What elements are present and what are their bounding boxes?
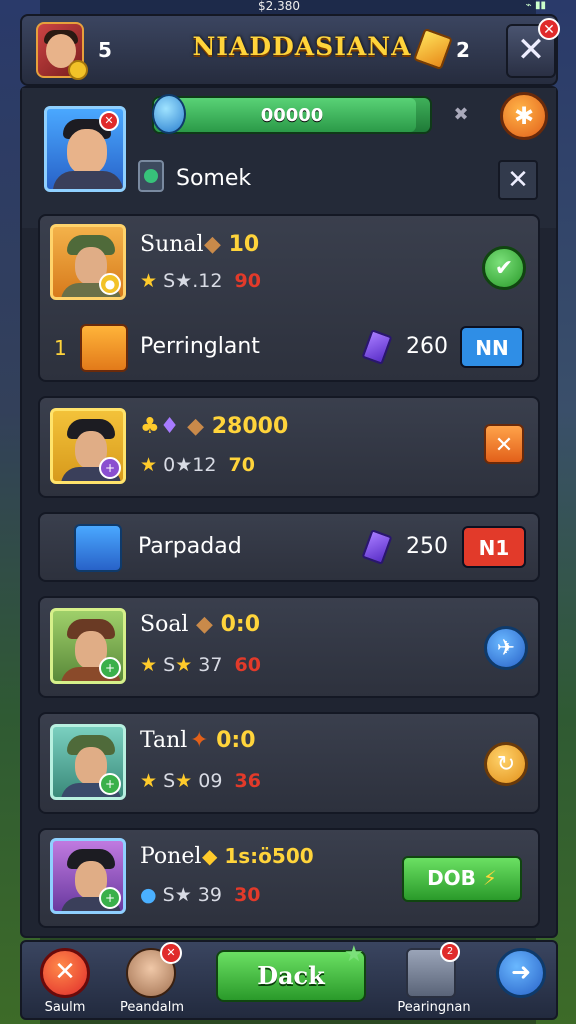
wood-icon: ◆ bbox=[187, 414, 205, 439]
character-name: Sunal bbox=[140, 232, 204, 257]
boost-button[interactable]: ✱ bbox=[500, 92, 548, 140]
character-stats: ● S★ 39 30 bbox=[140, 884, 261, 906]
resource-value: ◆ 1s:ö500 bbox=[202, 844, 314, 868]
character-stats: ★ S★ 37 60 bbox=[140, 654, 261, 676]
pin-icon: ✈ bbox=[496, 636, 516, 661]
coin-badge-icon bbox=[68, 60, 88, 80]
character-portrait: + bbox=[50, 608, 126, 684]
small-close-icon[interactable]: ✖ bbox=[450, 104, 472, 126]
check-icon: ✔ bbox=[494, 256, 514, 281]
player-avatar[interactable] bbox=[36, 22, 88, 80]
row-label: Parpadad bbox=[138, 534, 242, 559]
buy-button[interactable]: NN bbox=[460, 326, 524, 368]
bottom-bar: ✕ Saulm ✕ Peandalm Dack ★ 2 Pearingnan ➜ bbox=[20, 940, 558, 1020]
hammer-icon bbox=[74, 524, 122, 572]
close-icon: ✕ bbox=[54, 957, 76, 987]
experience-text: 00000 bbox=[260, 105, 324, 126]
plus-badge-icon: + bbox=[99, 657, 121, 679]
top-close-button[interactable]: ✕ ✕ bbox=[506, 18, 560, 78]
potion-icon: ♦ bbox=[159, 414, 180, 439]
pouch-icon: ♣ bbox=[140, 414, 160, 439]
list-item[interactable]: + Ponel ◆ 1s:ö500 ● S★ 39 30 DOB ⚡ bbox=[38, 828, 540, 928]
crystal-icon bbox=[361, 529, 393, 565]
character-portrait: + bbox=[50, 838, 126, 914]
list-item[interactable]: ● Sunal ◆ 10 ★ S★.12 90 ✔ 1 Perringlant … bbox=[38, 214, 540, 382]
wood-icon: ◆ bbox=[204, 232, 229, 257]
refresh-button[interactable]: ↻ bbox=[484, 742, 528, 786]
player-count: 5 bbox=[98, 38, 112, 62]
list-item[interactable]: + Soal ◆ 0:0 ★ S★ 37 60 ✈ bbox=[38, 596, 540, 698]
gem-count: 2 bbox=[456, 38, 470, 62]
tools-label: Pearingnan bbox=[397, 1000, 471, 1015]
confirm-button[interactable]: ✔ bbox=[482, 246, 526, 290]
buy-button[interactable]: N1 bbox=[462, 526, 526, 568]
tools-badge-icon: 2 bbox=[440, 942, 460, 962]
character-stats: ★ 0★12 70 bbox=[140, 454, 255, 476]
experience-bar: 00000 bbox=[152, 96, 432, 134]
character-stats: ★ S★ 09 36 bbox=[140, 770, 261, 792]
coin-badge-icon: ● bbox=[99, 273, 121, 295]
list-item[interactable]: Parpadad 250 N1 bbox=[38, 512, 540, 582]
wood-icon: ◆ bbox=[196, 612, 213, 637]
close-icon: ✕ bbox=[494, 433, 514, 458]
top-bar: 5 NIADDASIANA 2 ✕ ✕ bbox=[20, 14, 560, 86]
refresh-icon: ↻ bbox=[496, 752, 516, 777]
crystal-icon bbox=[361, 329, 393, 365]
torch-icon: ✦ bbox=[190, 728, 209, 753]
profile-badge-icon: ✕ bbox=[160, 942, 182, 964]
plus-badge-icon: + bbox=[99, 773, 121, 795]
character-stats: ★ S★.12 90 bbox=[140, 270, 261, 292]
gold-icon: ◆ bbox=[202, 844, 218, 868]
avatar-close-icon[interactable]: ✕ bbox=[99, 111, 119, 131]
star-badge-icon: ★ bbox=[344, 942, 364, 967]
info-button[interactable]: ✈ bbox=[484, 626, 528, 670]
status-bar: $2.380 ⌁ ▮▮ bbox=[0, 0, 576, 14]
cancel-label: Saulm bbox=[44, 1000, 86, 1015]
panel-close-button[interactable]: ✕ bbox=[498, 160, 538, 200]
row-label: Perringlant bbox=[140, 334, 260, 359]
remove-button[interactable]: ✕ bbox=[484, 424, 524, 464]
resource-value: ◆ 0:0 bbox=[196, 612, 261, 637]
profile-button[interactable]: ✕ bbox=[126, 942, 182, 998]
lightning-icon: ⚡ bbox=[482, 866, 497, 890]
resource-value: ◆ 10 bbox=[204, 232, 260, 257]
blue-gem-icon bbox=[152, 94, 186, 134]
game-title: NIADDASIANA bbox=[192, 32, 412, 61]
close-badge-icon: ✕ bbox=[538, 18, 560, 40]
list-item[interactable]: + ♣♦ ◆ 28000 ★ 0★12 70 ✕ bbox=[38, 396, 540, 498]
dob-button[interactable]: DOB ⚡ bbox=[402, 856, 522, 902]
character-portrait: + bbox=[50, 408, 126, 484]
profile-label: Peandalm bbox=[119, 1000, 185, 1015]
star-icon: ★ bbox=[140, 270, 158, 292]
resource-value: ♣♦ ◆ 28000 bbox=[140, 414, 289, 439]
search-icon bbox=[138, 160, 164, 192]
resource-value: ✦ 0:0 bbox=[190, 728, 256, 753]
character-name: Ponel bbox=[140, 844, 202, 869]
coin-icon bbox=[80, 324, 128, 372]
profile-header: ✕ 00000 ✖ ✱ Somek ✕ bbox=[22, 88, 556, 228]
profile-avatar[interactable]: ✕ bbox=[44, 106, 126, 192]
main-panel: ✕ 00000 ✖ ✱ Somek ✕ ● Sunal ◆ 10 ★ S★.12… bbox=[20, 86, 558, 938]
arrow-right-icon: ➜ bbox=[510, 958, 532, 986]
orb-icon: ● bbox=[140, 884, 157, 906]
list-item[interactable]: + Tanl ✦ 0:0 ★ S★ 09 36 ↻ bbox=[38, 712, 540, 814]
plus-badge-icon: + bbox=[99, 457, 121, 479]
next-button[interactable]: ➜ bbox=[496, 948, 546, 998]
character-portrait: + bbox=[50, 724, 126, 800]
signal-icons: ⌁ ▮▮ bbox=[525, 0, 546, 11]
character-portrait: ● bbox=[50, 224, 126, 300]
row-prefix: 1 bbox=[54, 336, 67, 360]
tools-button[interactable]: 2 bbox=[406, 942, 460, 998]
plus-badge-icon: + bbox=[99, 887, 121, 909]
character-name: Tanl bbox=[140, 728, 188, 753]
cancel-button[interactable]: ✕ bbox=[40, 948, 90, 998]
status-time: $2.380 bbox=[258, 0, 300, 13]
character-name: Soal bbox=[140, 612, 189, 637]
search-label: Somek bbox=[176, 166, 252, 191]
row-price: 250 bbox=[406, 534, 448, 559]
row-price: 260 bbox=[406, 334, 448, 359]
